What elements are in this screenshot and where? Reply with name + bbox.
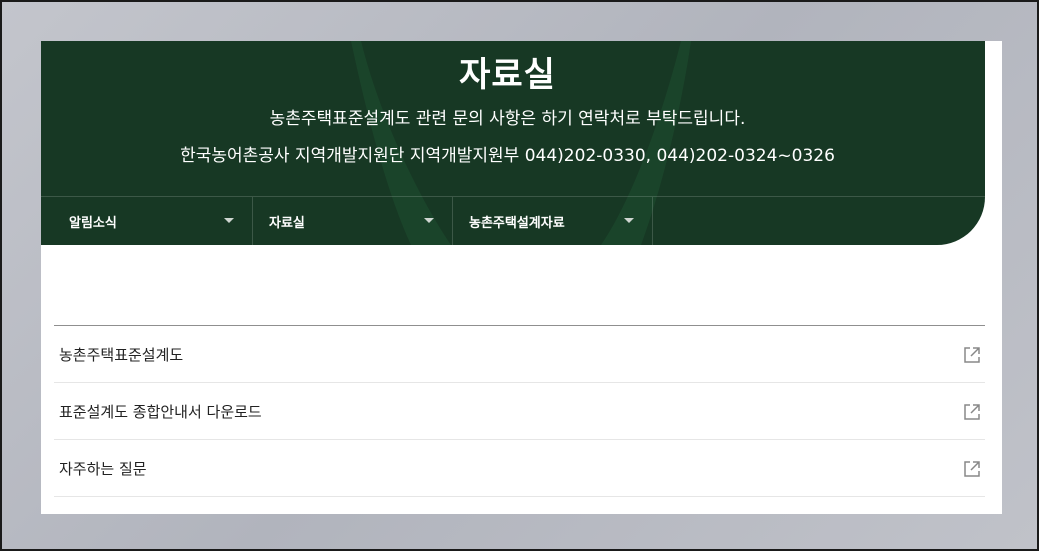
external-link-icon <box>964 404 980 420</box>
hero-banner: 자료실 농촌주택표준설계도 관련 문의 사항은 하기 연락처로 부탁드립니다. … <box>41 41 985 245</box>
caret-down-icon <box>224 218 234 223</box>
breadcrumb-nav: 알림소식 자료실 농촌주택설계자료 <box>41 196 985 245</box>
list-item[interactable]: 농촌주택표준설계도 <box>54 326 985 383</box>
contact-notice: 농촌주택표준설계도 관련 문의 사항은 하기 연락처로 부탁드립니다. <box>269 109 746 129</box>
nav-dropdown-notice[interactable]: 알림소식 <box>41 197 253 245</box>
page-title: 자료실 <box>459 55 556 95</box>
contact-info: 한국농어촌공사 지역개발지원단 지역개발지원부 044)202-0330, 04… <box>180 146 835 166</box>
caret-down-icon <box>624 218 634 223</box>
caret-down-icon <box>424 218 434 223</box>
list-item-label: 표준설계도 종합안내서 다운로드 <box>59 402 262 421</box>
link-list: 농촌주택표준설계도 표준설계도 종합안내서 다운로드 자주하는 질문 <box>54 325 985 497</box>
page-background: 자료실 농촌주택표준설계도 관련 문의 사항은 하기 연락처로 부탁드립니다. … <box>0 0 1039 551</box>
list-item-label: 자주하는 질문 <box>59 459 147 478</box>
nav-dropdown-design-data[interactable]: 농촌주택설계자료 <box>453 197 653 245</box>
nav-dropdown-label: 자료실 <box>269 215 305 231</box>
nav-dropdown-label: 농촌주택설계자료 <box>469 215 565 231</box>
external-link-icon <box>964 461 980 477</box>
content-panel: 자료실 농촌주택표준설계도 관련 문의 사항은 하기 연락처로 부탁드립니다. … <box>41 41 1002 514</box>
list-item[interactable]: 표준설계도 종합안내서 다운로드 <box>54 383 985 440</box>
list-item[interactable]: 자주하는 질문 <box>54 440 985 497</box>
external-link-icon <box>964 347 980 363</box>
nav-dropdown-label: 알림소식 <box>69 215 117 231</box>
nav-dropdown-archive[interactable]: 자료실 <box>253 197 453 245</box>
list-item-label: 농촌주택표준설계도 <box>59 345 184 364</box>
